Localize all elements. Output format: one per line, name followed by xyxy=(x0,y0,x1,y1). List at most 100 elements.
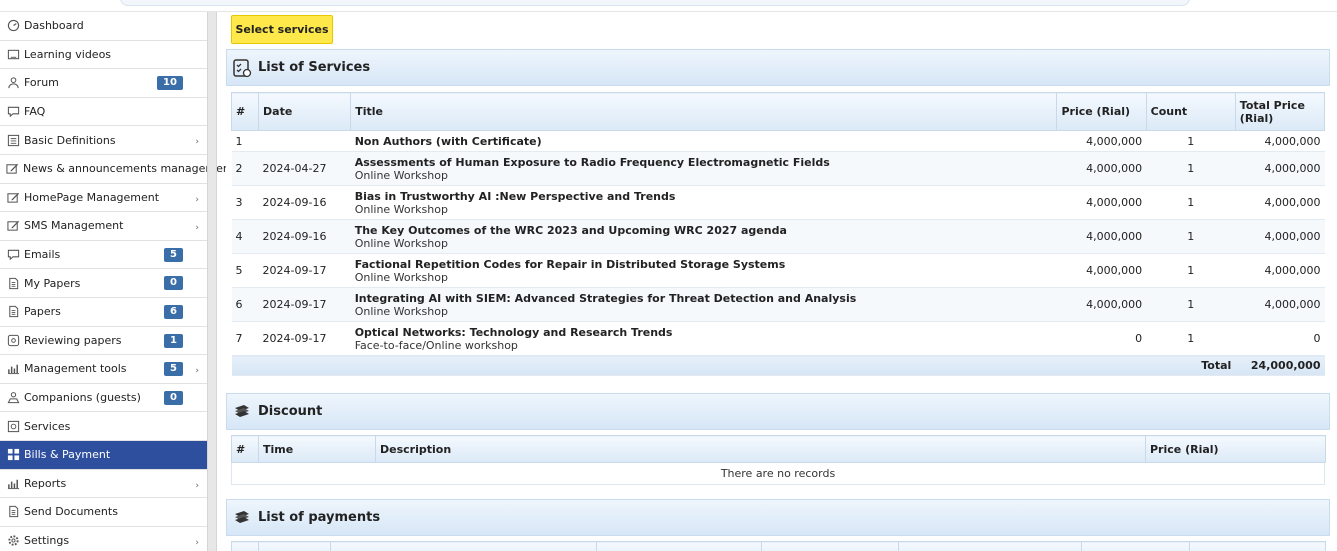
discount-col-description[interactable]: Description xyxy=(375,435,1146,463)
row-price: 4,000,000 xyxy=(1056,130,1147,152)
edit-icon xyxy=(6,219,20,233)
row-count: 1 xyxy=(1146,151,1236,186)
sidebar-item-homepage-management[interactable]: HomePage Management › xyxy=(0,184,207,213)
sidebar-item-label: FAQ xyxy=(24,105,46,119)
sidebar-item-dashboard[interactable]: Dashboard xyxy=(0,12,207,41)
row-date xyxy=(258,130,351,152)
sidebar-item-forum[interactable]: Forum 10 xyxy=(0,69,207,98)
payments-col-bank-name[interactable]: Bank name xyxy=(761,541,899,551)
payments-col-number[interactable]: # xyxy=(231,541,259,551)
table-row: 1 Non Authors (with Certificate) 4,000,000… xyxy=(231,130,1325,152)
sidebar-item-label: SMS Management xyxy=(24,219,124,233)
sidebar-item-label: Forum xyxy=(24,76,59,90)
sidebar-item-papers[interactable]: Papers 6 xyxy=(0,298,207,327)
payments-table: # Date Type Tracking Code Bank name Stat… xyxy=(231,541,1326,551)
sidebar-item-label: Dashboard xyxy=(24,19,84,33)
payments-col-tracking-code[interactable]: Tracking Code xyxy=(596,541,762,551)
count-badge: 5 xyxy=(164,247,183,262)
discount-col-price[interactable]: Price (Rial) xyxy=(1145,435,1326,463)
chevron-right-icon: › xyxy=(195,480,199,491)
service-title: Non Authors (with Certificate) xyxy=(354,134,542,148)
sidebar-item-emails[interactable]: Emails 5 xyxy=(0,241,207,270)
row-price: 0 xyxy=(1056,321,1147,356)
sidebar-item-label: Learning videos xyxy=(24,47,112,61)
count-badge: 1 xyxy=(164,333,183,348)
col-date[interactable]: Date xyxy=(258,92,352,131)
row-date: 2024-09-17 xyxy=(258,287,351,322)
col-count[interactable]: Count xyxy=(1145,92,1236,131)
discount-panel: Discount # Time Description Price (Rial)… xyxy=(226,393,1330,485)
edit-icon xyxy=(6,162,19,176)
count-badge: 0 xyxy=(164,276,183,291)
select-services-button[interactable]: Select services xyxy=(231,15,333,44)
document-icon xyxy=(6,276,20,290)
sidebar-item-label: Reviewing papers xyxy=(24,333,122,347)
payments-col-status[interactable]: Status xyxy=(898,541,1082,551)
sidebar-item-management-tools[interactable]: Management tools 5 › xyxy=(0,355,207,384)
row-total: 4,000,000 xyxy=(1235,219,1325,254)
row-count: 1 xyxy=(1146,130,1236,152)
sidebar-item-send-documents[interactable]: Send Documents xyxy=(0,498,207,527)
discount-col-time[interactable]: Time xyxy=(258,435,376,463)
total-value: 24,000,000 xyxy=(1235,355,1325,376)
service-title: Factional Repetition Codes for Repair in… xyxy=(354,257,786,271)
row-total: 4,000,000 xyxy=(1235,151,1325,186)
sidebar-item-faq[interactable]: FAQ xyxy=(0,98,207,127)
service-title: Bias in Trustworthy AI :New Perspective … xyxy=(354,189,676,203)
row-title-cell: Integrating AI with SIEM: Advanced Strat… xyxy=(350,287,1057,322)
sidebar-item-news-announcements-management[interactable]: News & announcements management xyxy=(0,155,234,184)
col-number[interactable]: # xyxy=(230,92,260,131)
sidebar-splitter[interactable] xyxy=(207,12,217,551)
payments-col-type[interactable]: Type xyxy=(330,541,597,551)
sidebar-item-settings[interactable]: Settings › xyxy=(0,527,207,551)
video-icon xyxy=(6,47,20,61)
discount-col-number[interactable]: # xyxy=(231,435,259,463)
count-badge: 6 xyxy=(164,304,183,319)
payments-col-price[interactable]: Price (Rial) xyxy=(1081,541,1190,551)
table-row: 7 2024-09-17 Optical Networks: Technology … xyxy=(231,321,1325,356)
sidebar-item-label: Emails xyxy=(24,248,61,262)
row-number: 3 xyxy=(231,185,259,220)
sidebar-item-sms-management[interactable]: SMS Management › xyxy=(0,212,207,241)
sidebar-item-learning-videos[interactable]: Learning videos xyxy=(0,41,207,70)
row-date: 2024-09-16 xyxy=(258,185,351,220)
discount-panel-header: Discount xyxy=(226,393,1330,430)
sidebar-item-basic-definitions[interactable]: Basic Definitions › xyxy=(0,126,207,155)
sidebar-item-label: News & announcements management xyxy=(23,162,235,176)
bar-chart-icon xyxy=(6,362,20,376)
sidebar-item-reviewing-papers[interactable]: Reviewing papers 1 xyxy=(0,327,207,356)
service-type: Online Workshop xyxy=(354,202,448,216)
discount-panel-title: Discount xyxy=(258,404,323,419)
search-box[interactable] xyxy=(120,0,1190,6)
sidebar-item-my-papers[interactable]: My Papers 0 xyxy=(0,269,207,298)
row-count: 1 xyxy=(1146,185,1236,220)
chevron-right-icon: › xyxy=(195,137,199,148)
payments-table-header: # Date Type Tracking Code Bank name Stat… xyxy=(231,541,1326,551)
chat-icon xyxy=(6,248,20,262)
sidebar-item-reports[interactable]: Reports › xyxy=(0,470,207,499)
sidebar-item-services[interactable]: Services xyxy=(0,412,207,441)
row-total: 4,000,000 xyxy=(1235,185,1325,220)
row-count: 1 xyxy=(1146,219,1236,254)
users-icon xyxy=(6,391,20,405)
col-price[interactable]: Price (Rial) xyxy=(1056,92,1147,131)
row-date: 2024-04-27 xyxy=(258,151,351,186)
row-total: 0 xyxy=(1235,321,1325,356)
table-row: 6 2024-09-17 Integrating AI with SIEM: Adv… xyxy=(231,287,1325,322)
payments-col-description[interactable]: Description xyxy=(1189,541,1326,551)
discount-table-header: # Time Description Price (Rial) xyxy=(231,435,1326,463)
edit-icon xyxy=(6,190,20,204)
row-number: 2 xyxy=(231,151,259,186)
col-title[interactable]: Title xyxy=(350,92,1058,131)
service-title: Assessments of Human Exposure to Radio F… xyxy=(354,155,830,169)
sidebar-item-companions-guests[interactable]: Companions (guests) 0 xyxy=(0,384,207,413)
payments-col-date[interactable]: Date xyxy=(258,541,331,551)
total-label: Total xyxy=(1146,355,1236,376)
row-number: 1 xyxy=(231,130,259,152)
sidebar-item-bills-payment[interactable]: Bills & Payment xyxy=(0,440,207,470)
service-type: Online Workshop xyxy=(354,236,448,250)
user-icon xyxy=(6,76,20,90)
services-panel: List of Services # Date Title Price (Ria… xyxy=(226,49,1330,376)
service-type: Online Workshop xyxy=(354,270,448,284)
col-total-price[interactable]: Total Price (Rial) xyxy=(1234,92,1326,131)
